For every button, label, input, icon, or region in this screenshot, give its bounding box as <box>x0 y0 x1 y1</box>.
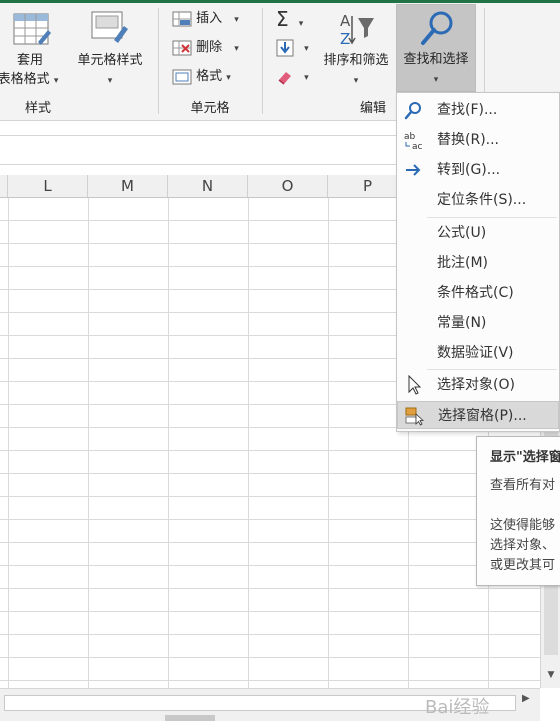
group-divider <box>262 8 263 114</box>
menu-item-constants[interactable]: 常量(N) <box>397 309 559 337</box>
menu-separator <box>427 369 557 370</box>
menu-item-select-objects[interactable]: 选择对象(O) <box>397 371 559 399</box>
menu-item-label: 条件格式(C) <box>437 285 514 301</box>
menu-item-goto-special[interactable]: 定位条件(S)... <box>397 186 559 214</box>
sort-filter-icon: A Z <box>340 12 374 48</box>
cell-styles-label: 单元格样式 <box>77 53 143 68</box>
menu-item-find[interactable]: 查找(F)... <box>397 96 559 124</box>
format-as-table-button[interactable]: 套用 表格格式 ▾ <box>0 8 62 88</box>
svg-text:A: A <box>340 12 351 30</box>
arrow-right-icon <box>406 164 421 176</box>
find-select-label: 查找和选择 <box>403 52 469 67</box>
column-header[interactable]: L <box>8 175 88 197</box>
search-icon <box>404 102 421 120</box>
eraser-icon <box>278 71 291 85</box>
delete-label: 删除 <box>196 40 223 55</box>
scroll-right-icon[interactable]: ▶ <box>522 693 530 704</box>
format-button[interactable]: 格式 ▾ <box>172 66 252 88</box>
menu-item-label: 转到(G)... <box>437 162 501 178</box>
menu-item-conditional-formatting[interactable]: 条件格式(C) <box>397 279 559 307</box>
replace-icon: abac <box>404 132 423 150</box>
autosum-button[interactable]: Σ ▾ <box>276 8 316 30</box>
menu-item-selection-pane[interactable]: 选择窗格(P)... <box>397 401 559 429</box>
menu-separator <box>427 217 557 218</box>
delete-cells-icon <box>172 40 192 55</box>
cell-styles-caret-wrap: ▾ <box>68 71 152 90</box>
format-as-table-label-2-wrap: 表格格式 ▾ <box>0 71 68 90</box>
cell-styles-icon <box>91 11 128 43</box>
sort-filter-label: 排序和筛选 <box>323 53 389 68</box>
chevron-down-icon: ▾ <box>234 44 239 54</box>
fill-button[interactable]: ▾ <box>276 37 316 59</box>
chevron-down-icon: ▾ <box>53 76 59 86</box>
cells-group-label: 单元格 <box>190 101 230 116</box>
fill-down-icon <box>276 39 294 56</box>
sort-filter-button[interactable]: A Z 排序和筛选 ▾ <box>316 8 396 88</box>
pointer-icon <box>408 375 422 395</box>
scroll-down-icon[interactable]: ▼ <box>545 670 557 680</box>
menu-item-goto[interactable]: 转到(G)... <box>397 156 559 184</box>
column-header[interactable]: M <box>88 175 168 197</box>
column-header[interactable]: N <box>168 175 248 197</box>
insert-cells-icon <box>172 11 192 26</box>
selection-pane-icon <box>405 407 425 426</box>
selection-pane-tooltip: 显示"选择窗 查看所有对 这使得能够 选择对象、 或更改其可 <box>476 436 560 586</box>
menu-item-label: 公式(U) <box>437 225 487 241</box>
tooltip-line: 或更改其可 <box>490 558 556 573</box>
table-format-icon <box>13 13 51 45</box>
sheet-tab-strip <box>165 715 215 721</box>
chevron-down-icon: ▾ <box>304 44 309 54</box>
menu-item-label: 定位条件(S)... <box>437 192 527 208</box>
sort-filter-caret-wrap: ▾ <box>316 71 396 90</box>
menu-item-comments[interactable]: 批注(M) <box>397 249 559 277</box>
format-as-table-label-2: 表格格式 <box>0 72 50 87</box>
watermark-logo: Bai经验 <box>425 697 490 718</box>
menu-item-label: 查找(F)... <box>437 102 498 118</box>
find-select-menu: 查找(F)... ab ac 替换(R)... 转到(G)... 定位条件(S).… <box>396 92 560 432</box>
delete-button[interactable]: 删除 ▾ <box>172 37 252 59</box>
svg-text:ac: ac <box>412 142 423 150</box>
tooltip-title: 显示"选择窗 <box>490 450 560 465</box>
chevron-down-icon: ▾ <box>226 73 231 83</box>
tooltip-line: 选择对象、 <box>490 538 556 553</box>
cell-styles-button[interactable]: 单元格样式 ▾ <box>68 8 152 88</box>
ribbon-top-accent <box>0 0 560 3</box>
find-select-button[interactable]: 查找和选择 ▾ <box>396 4 476 92</box>
format-cells-icon <box>172 69 192 84</box>
chevron-down-icon: ▾ <box>433 75 439 85</box>
insert-button[interactable]: 插入 ▾ <box>172 8 252 30</box>
insert-label: 插入 <box>196 11 223 26</box>
tooltip-line: 查看所有对 <box>490 478 556 493</box>
tooltip-line: 这使得能够 <box>490 518 556 533</box>
editing-group-label: 编辑 <box>359 101 386 116</box>
chevron-down-icon: ▾ <box>353 76 359 86</box>
format-label: 格式 <box>196 69 223 84</box>
search-icon <box>421 11 453 45</box>
group-divider <box>158 8 159 114</box>
menu-item-formulas[interactable]: 公式(U) <box>397 219 559 247</box>
menu-item-data-validation[interactable]: 数据验证(V) <box>397 339 559 367</box>
chevron-down-icon: ▾ <box>304 73 309 83</box>
format-as-table-label-1: 套用 <box>16 53 43 68</box>
menu-item-label: 选择对象(O) <box>437 377 515 393</box>
menu-item-label: 选择窗格(P)... <box>438 408 527 424</box>
column-header-partial[interactable] <box>0 175 8 197</box>
chevron-down-icon: ▾ <box>234 15 239 25</box>
menu-item-label: 批注(M) <box>437 255 489 271</box>
sigma-icon: Σ <box>276 7 289 31</box>
styles-group-label: 样式 <box>24 101 51 116</box>
chevron-down-icon: ▾ <box>298 19 304 29</box>
column-header[interactable]: O <box>248 175 328 197</box>
menu-item-label: 数据验证(V) <box>437 345 514 361</box>
clear-button[interactable]: ▾ <box>276 66 316 88</box>
menu-item-replace[interactable]: ab ac 替换(R)... <box>397 126 559 154</box>
chevron-down-icon: ▾ <box>107 76 113 86</box>
svg-text:ab: ab <box>404 132 416 142</box>
menu-item-label: 替换(R)... <box>437 132 500 148</box>
find-select-caret-wrap: ▾ <box>397 70 475 89</box>
menu-item-label: 常量(N) <box>437 315 487 331</box>
